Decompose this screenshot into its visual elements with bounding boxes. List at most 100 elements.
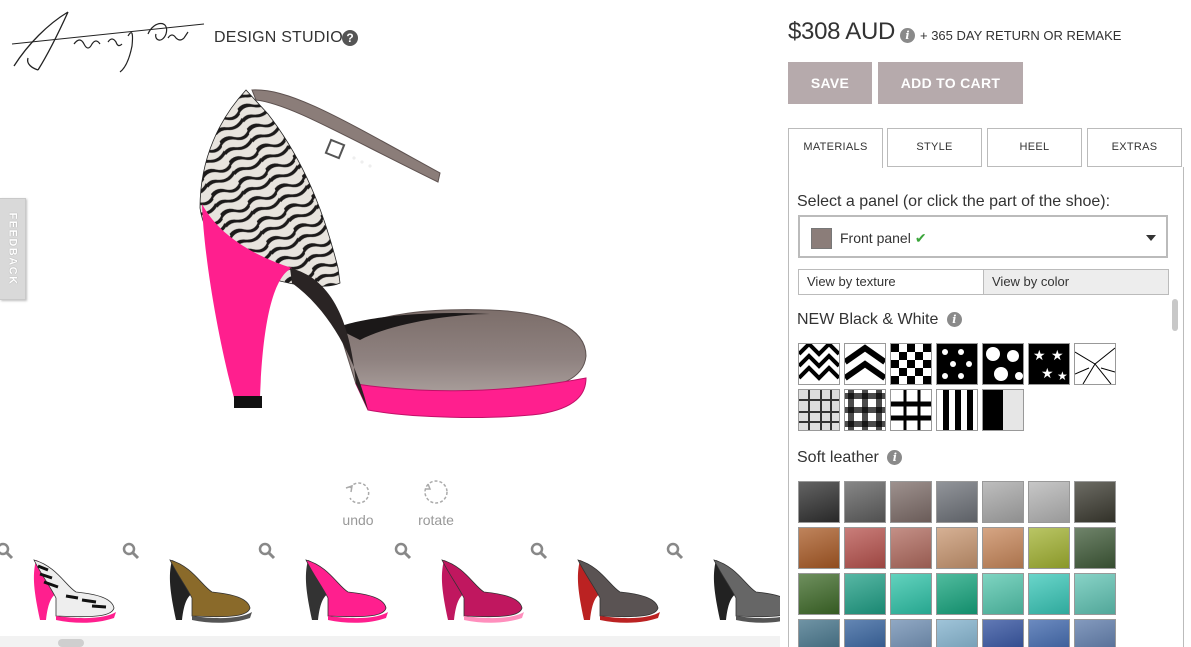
leather-swatch[interactable]	[798, 573, 840, 615]
shoe-thumbnail	[305, 559, 388, 623]
shoe-thumbnail	[713, 559, 780, 623]
leather-swatch[interactable]	[890, 527, 932, 569]
save-button[interactable]: SAVE	[788, 62, 872, 104]
leather-swatch[interactable]	[1074, 573, 1116, 615]
section-title-soft-leather: Soft leather i	[797, 449, 903, 467]
svg-text:★: ★	[1051, 347, 1064, 363]
shoe-preview[interactable]	[190, 78, 610, 438]
svg-text:★: ★	[1041, 365, 1054, 381]
selected-panel-text: Front panel ✔	[840, 230, 927, 247]
chevron-down-icon	[1146, 235, 1156, 241]
leather-swatch[interactable]	[1074, 481, 1116, 523]
view-by-texture-button[interactable]: View by texture	[798, 269, 984, 295]
rotate-button[interactable]: rotate	[406, 478, 466, 528]
leather-swatch[interactable]	[798, 481, 840, 523]
leather-swatch[interactable]	[890, 481, 932, 523]
tab-heel[interactable]: HEEL	[987, 128, 1082, 167]
swatch-stripe-block[interactable]	[982, 389, 1024, 431]
design-thumb-zebra-pink-pump[interactable]	[0, 536, 140, 631]
design-thumb-magenta-lace-ankle-strap[interactable]	[394, 536, 548, 631]
leather-swatch[interactable]	[844, 481, 886, 523]
swatch-plaid-fine[interactable]	[798, 389, 840, 431]
panel-select-label: Select a panel (or click the part of the…	[797, 193, 1111, 210]
shoes-of-prey-logo[interactable]	[8, 4, 208, 76]
swatch-polka-small[interactable]	[936, 343, 978, 385]
section-black-white-label: NEW Black & White	[797, 311, 939, 328]
swatch-chevron[interactable]	[797, 341, 841, 385]
shoe-thumbnail	[441, 559, 524, 623]
leather-swatch[interactable]	[936, 527, 978, 569]
feedback-tab[interactable]: FEEDBACK	[0, 198, 26, 300]
leather-swatch[interactable]	[844, 619, 886, 647]
return-policy: + 365 DAY RETURN OR REMAKE	[920, 28, 1122, 43]
swatch-chevron-wide[interactable]	[843, 343, 887, 385]
zoom-icon[interactable]	[0, 542, 14, 560]
leather-swatch[interactable]	[982, 481, 1024, 523]
swatch-polka-large[interactable]	[982, 343, 1024, 385]
options-tabs: MATERIALS STYLE HEEL EXTRAS	[788, 128, 1186, 168]
design-carousel[interactable]	[0, 536, 780, 636]
leather-swatch[interactable]	[798, 619, 840, 647]
leather-swatch[interactable]	[1074, 619, 1116, 647]
feedback-label: FEEDBACK	[6, 212, 19, 286]
leather-swatch[interactable]	[890, 619, 932, 647]
selected-panel-swatch	[811, 228, 832, 249]
leather-swatch[interactable]	[1028, 573, 1070, 615]
rotate-label: rotate	[418, 512, 454, 528]
swatch-gingham[interactable]	[844, 389, 886, 431]
add-to-cart-button[interactable]: ADD TO CART	[878, 62, 1023, 104]
tab-style[interactable]: STYLE	[887, 128, 982, 167]
swatch-cracked-lines[interactable]	[1074, 343, 1116, 385]
design-thumb-grey-mary-jane[interactable]	[666, 536, 780, 631]
panel-scrollbar[interactable]	[1172, 299, 1178, 331]
swatch-plaid-bold[interactable]	[890, 389, 932, 431]
undo-label: undo	[342, 512, 374, 528]
info-icon[interactable]: i	[946, 312, 962, 328]
leather-swatch[interactable]	[1028, 481, 1070, 523]
section-soft-leather-label: Soft leather	[797, 449, 879, 466]
price: $308 AUD	[788, 18, 896, 45]
shoe-thumbnail	[577, 559, 660, 623]
leather-swatch[interactable]	[936, 619, 978, 647]
leather-swatch[interactable]	[1074, 527, 1116, 569]
leather-swatch[interactable]	[982, 619, 1024, 647]
leather-swatch[interactable]	[982, 527, 1024, 569]
shoe-thumbnail	[33, 559, 116, 623]
price-info-icon[interactable]: i	[900, 28, 915, 43]
view-toggle: View by texture View by color	[798, 269, 1170, 295]
leather-swatch[interactable]	[798, 527, 840, 569]
design-studio-title: DESIGN STUDIO	[214, 29, 343, 46]
design-thumb-grey-t-bar-pump[interactable]	[530, 536, 684, 631]
shoe-thumbnail	[169, 559, 252, 623]
design-thumb-tan-lace-up-bootie[interactable]	[122, 536, 276, 631]
leather-swatch[interactable]	[844, 527, 886, 569]
panel-select[interactable]: Front panel ✔	[798, 215, 1168, 258]
leather-swatch[interactable]	[982, 573, 1024, 615]
rotate-icon	[424, 480, 448, 504]
leather-swatch[interactable]	[1028, 527, 1070, 569]
design-thumb-pink-polka-dot-heel[interactable]	[258, 536, 412, 631]
swatch-stripes-wide[interactable]	[936, 389, 978, 431]
info-icon[interactable]: i	[887, 450, 903, 466]
svg-text:★: ★	[1033, 347, 1046, 363]
carousel-scroll-thumb[interactable]	[58, 639, 84, 647]
leather-swatch[interactable]	[936, 481, 978, 523]
section-title-black-white: NEW Black & White i	[797, 311, 962, 329]
check-icon: ✔	[914, 230, 927, 246]
leather-swatch[interactable]	[890, 573, 932, 615]
leather-swatch[interactable]	[844, 573, 886, 615]
leather-swatch[interactable]	[936, 573, 978, 615]
carousel-scrollbar[interactable]	[0, 636, 780, 647]
undo-icon	[345, 482, 370, 504]
materials-panel: Select a panel (or click the part of the…	[788, 167, 1184, 647]
leather-swatch[interactable]	[1028, 619, 1070, 647]
swatch-stars[interactable]: ★ ★ ★ ★	[1028, 343, 1070, 385]
question-circle-icon[interactable]: ?	[342, 30, 358, 46]
tab-materials[interactable]: MATERIALS	[788, 128, 883, 168]
swatch-houndstooth[interactable]	[890, 343, 932, 385]
svg-text:★: ★	[1057, 369, 1068, 383]
view-by-color-button[interactable]: View by color	[983, 269, 1169, 295]
tab-extras[interactable]: EXTRAS	[1087, 128, 1182, 167]
selected-panel-name: Front panel	[840, 230, 911, 246]
undo-button[interactable]: undo	[328, 478, 388, 528]
